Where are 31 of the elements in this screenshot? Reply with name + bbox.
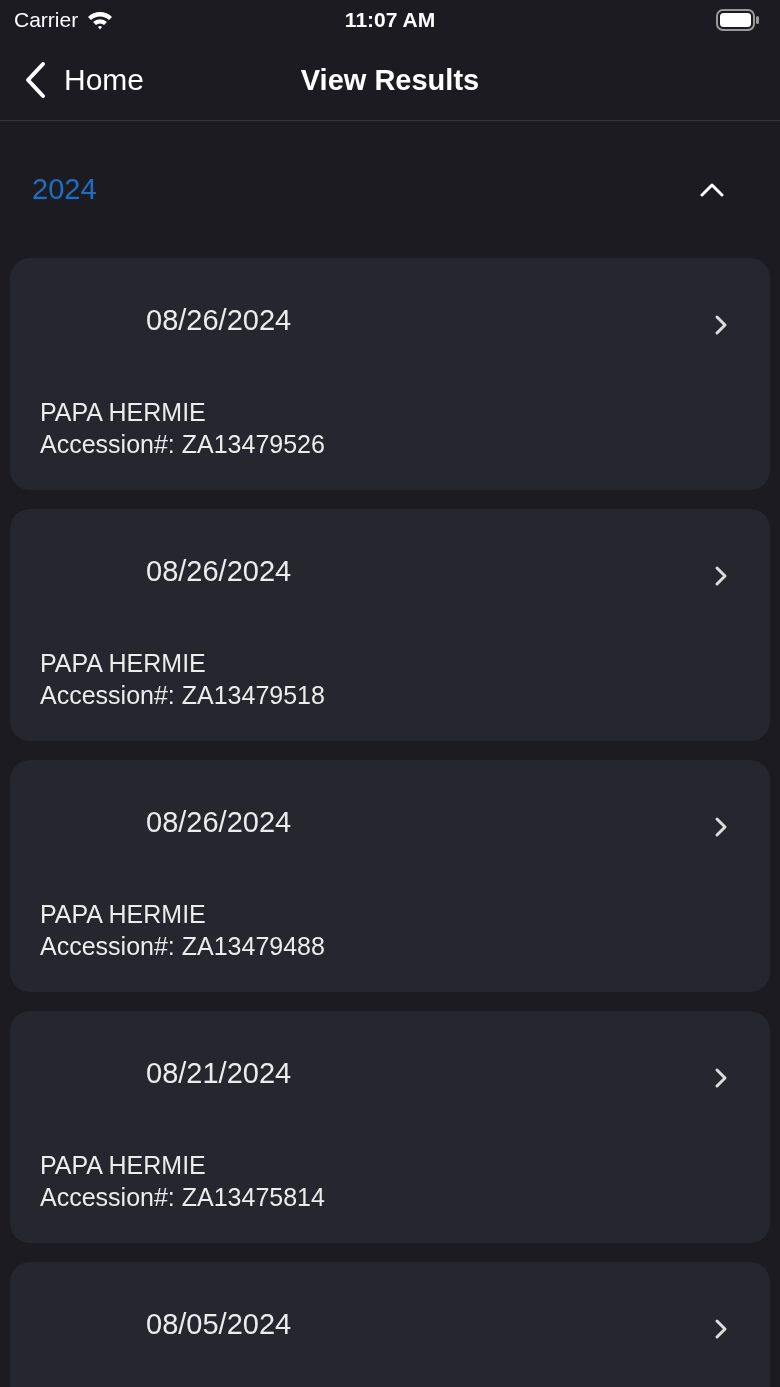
patient-name: PAPA HERMIE	[40, 1150, 206, 1181]
accession-number: Accession#: ZA13479518	[40, 680, 325, 711]
chevron-right-icon	[714, 314, 728, 336]
result-card[interactable]: 08/05/2024	[10, 1262, 770, 1387]
wifi-icon	[86, 10, 115, 30]
result-card[interactable]: 08/26/2024 PAPA HERMIE Accession#: ZA13479518	[10, 509, 770, 741]
back-button[interactable]: Home	[0, 61, 145, 99]
battery-icon	[716, 9, 760, 31]
carrier-label: Carrier	[14, 8, 79, 32]
result-card[interactable]: 08/21/2024 PAPA HERMIE Accession#: ZA13475814	[10, 1011, 770, 1243]
clock-time: 11:07 AM	[344, 8, 436, 32]
result-date: 08/26/2024	[146, 554, 292, 588]
result-date: 08/26/2024	[146, 303, 292, 337]
result-card[interactable]: 08/26/2024 PAPA HERMIE Accession#: ZA13479526	[10, 258, 770, 490]
accession-number: Accession#: ZA13479488	[40, 931, 325, 962]
result-card[interactable]: 08/26/2024 PAPA HERMIE Accession#: ZA13479488	[10, 760, 770, 992]
collapse-chevron-icon	[700, 182, 724, 197]
patient-name: PAPA HERMIE	[40, 899, 206, 930]
result-date: 08/21/2024	[146, 1056, 292, 1090]
screen-title: View Results	[300, 63, 480, 97]
result-date: 08/26/2024	[146, 805, 292, 839]
chevron-right-icon	[714, 1318, 728, 1340]
chevron-right-icon	[714, 1067, 728, 1089]
chevron-right-icon	[714, 565, 728, 587]
patient-name: PAPA HERMIE	[40, 648, 206, 679]
chevron-right-icon	[714, 816, 728, 838]
accession-number: Accession#: ZA13479526	[40, 429, 325, 460]
patient-name: PAPA HERMIE	[40, 397, 206, 428]
accession-number: Accession#: ZA13475814	[40, 1182, 325, 1213]
back-chevron-icon	[24, 61, 46, 99]
result-date: 08/05/2024	[146, 1307, 292, 1341]
